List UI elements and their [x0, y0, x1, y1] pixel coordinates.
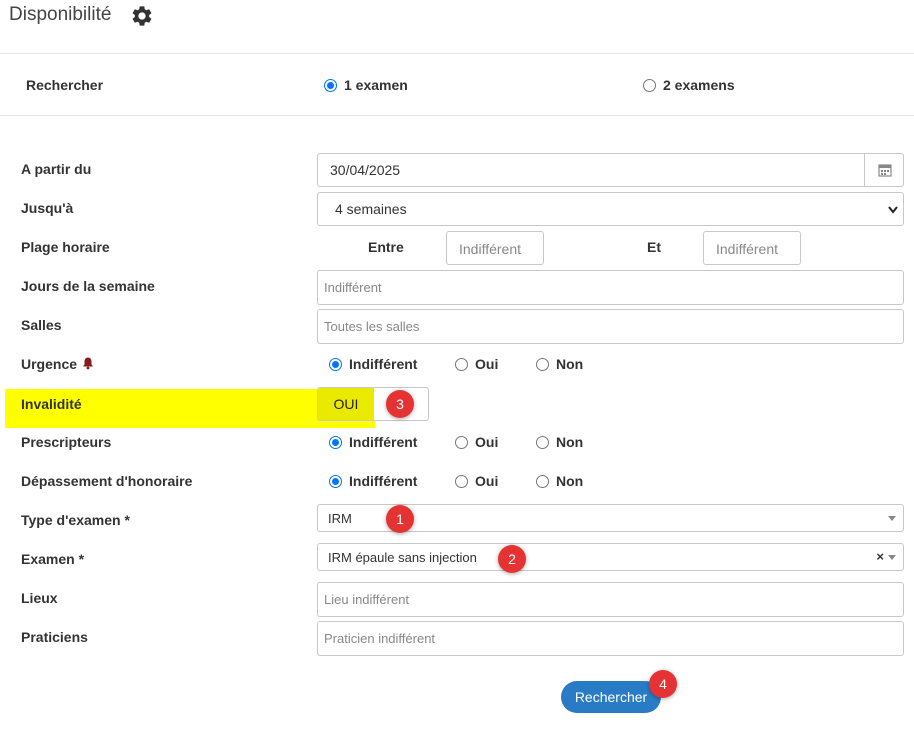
- urgency-label-text: Urgence: [21, 356, 78, 372]
- time-end-placeholder: Indifférent: [716, 241, 779, 257]
- rooms-input[interactable]: Toutes les salles: [317, 309, 904, 344]
- fee-overrun-indifferent[interactable]: Indifférent: [329, 473, 417, 489]
- time-range-end-label: Et: [647, 239, 661, 255]
- radio-label: Oui: [475, 356, 499, 372]
- from-date-input[interactable]: 30/04/2025: [317, 153, 904, 187]
- chevron-down-icon: [888, 206, 898, 214]
- exam-type-label: Type d'examen *: [21, 512, 130, 528]
- caret-down-icon: [888, 516, 896, 521]
- places-label: Lieux: [21, 590, 58, 606]
- places-placeholder: Lieu indifférent: [324, 592, 410, 607]
- exam-select[interactable]: IRM épaule sans injection ×: [317, 543, 904, 571]
- radio-button[interactable]: [329, 435, 342, 449]
- weekdays-label: Jours de la semaine: [21, 278, 155, 294]
- radio-one-exam[interactable]: 1 examen: [324, 77, 408, 93]
- calendar-button[interactable]: [864, 153, 904, 187]
- fee-overrun-label: Dépassement d'honoraire: [21, 473, 193, 489]
- search-mode-label: Rechercher: [26, 77, 104, 93]
- time-start-placeholder: Indifférent: [459, 241, 522, 257]
- time-range-start-label: Entre: [368, 239, 404, 255]
- fee-overrun-no[interactable]: Non: [536, 473, 583, 489]
- exam-type-value: IRM: [328, 511, 352, 526]
- practitioners-label: Praticiens: [21, 629, 88, 645]
- places-input[interactable]: Lieu indifférent: [317, 582, 904, 617]
- search-mode-divider: [0, 115, 914, 116]
- from-date-value: 30/04/2025: [330, 162, 401, 178]
- annotation-badge-4: 4: [649, 670, 677, 698]
- radio-label: Non: [556, 434, 584, 450]
- fee-overrun-yes[interactable]: Oui: [455, 473, 498, 489]
- radio-label: Non: [556, 473, 584, 489]
- radio-button[interactable]: [455, 435, 468, 449]
- radio-button[interactable]: [536, 357, 549, 371]
- prescribers-no[interactable]: Non: [536, 434, 583, 450]
- annotation-badge-3: 3: [386, 390, 414, 418]
- clear-icon[interactable]: ×: [876, 549, 884, 564]
- radio-button[interactable]: [329, 474, 342, 488]
- from-label: A partir du: [21, 161, 92, 177]
- until-select[interactable]: 4 semaines: [317, 192, 904, 226]
- exam-label: Examen *: [21, 551, 85, 567]
- urgency-no[interactable]: Non: [536, 356, 583, 372]
- invalidity-label: Invalidité: [21, 396, 82, 412]
- radio-label: Non: [556, 356, 584, 372]
- annotation-badge-2: 2: [498, 545, 526, 573]
- urgency-yes[interactable]: Oui: [455, 356, 498, 372]
- practitioners-input[interactable]: Praticien indifférent: [317, 621, 904, 656]
- radio-label: Oui: [475, 434, 499, 450]
- prescribers-label: Prescripteurs: [21, 434, 112, 450]
- header-divider: [0, 53, 914, 54]
- urgency-label: Urgence: [21, 356, 95, 372]
- until-label: Jusqu'à: [21, 200, 74, 216]
- bell-icon: [82, 357, 93, 370]
- exam-value: IRM épaule sans injection: [328, 550, 477, 565]
- calendar-icon: [877, 164, 892, 177]
- radio-label: Oui: [475, 473, 499, 489]
- weekdays-input[interactable]: Indifférent: [317, 270, 904, 305]
- page-title: Disponibilité: [9, 4, 112, 25]
- rooms-placeholder: Toutes les salles: [324, 319, 420, 334]
- radio-label: 2 examens: [663, 77, 735, 93]
- time-range-label: Plage horaire: [21, 239, 110, 255]
- time-start-input[interactable]: Indifférent: [446, 231, 544, 265]
- weekdays-placeholder: Indifférent: [324, 280, 382, 295]
- radio-button[interactable]: [329, 357, 342, 371]
- radio-button[interactable]: [643, 78, 656, 92]
- radio-label: Indifférent: [349, 356, 418, 372]
- radio-label: 1 examen: [344, 77, 408, 93]
- radio-two-exams[interactable]: 2 examens: [643, 77, 735, 93]
- practitioners-placeholder: Praticien indifférent: [324, 631, 436, 646]
- radio-button[interactable]: [536, 474, 549, 488]
- urgency-indifferent[interactable]: Indifférent: [329, 356, 417, 372]
- gear-icon[interactable]: [130, 4, 154, 28]
- radio-button[interactable]: [536, 435, 549, 449]
- caret-down-icon: [888, 555, 896, 560]
- radio-button[interactable]: [455, 357, 468, 371]
- prescribers-indifferent[interactable]: Indifférent: [329, 434, 417, 450]
- search-button[interactable]: Rechercher: [561, 681, 661, 713]
- rooms-label: Salles: [21, 317, 62, 333]
- radio-label: Indifférent: [349, 473, 418, 489]
- until-value: 4 semaines: [335, 201, 407, 217]
- annotation-badge-1: 1: [386, 505, 414, 533]
- toggle-oui-label[interactable]: OUI: [318, 388, 374, 420]
- radio-button[interactable]: [455, 474, 468, 488]
- radio-button[interactable]: [324, 78, 337, 92]
- prescribers-yes[interactable]: Oui: [455, 434, 498, 450]
- radio-label: Indifférent: [349, 434, 418, 450]
- time-end-input[interactable]: Indifférent: [703, 231, 801, 265]
